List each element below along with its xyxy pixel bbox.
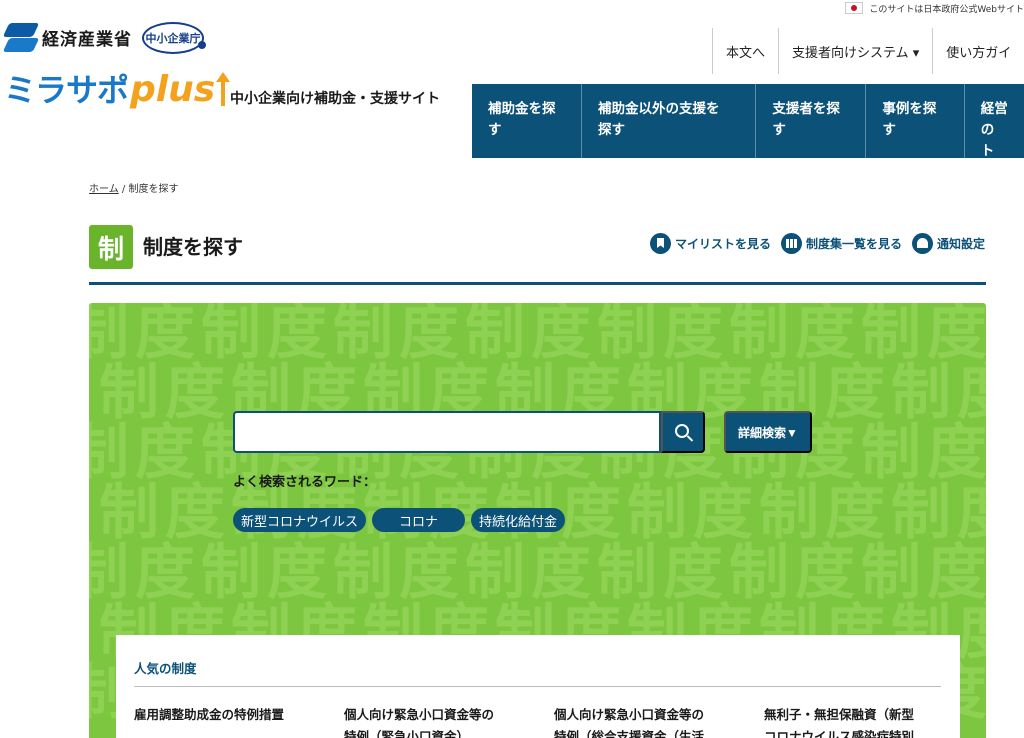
- title-actions: マイリストを見る 制度集一覧を見る 通知設定: [649, 233, 985, 254]
- usage-guide-link[interactable]: 使い方ガイ: [932, 28, 1011, 74]
- popular-systems-card: 人気の制度 雇用調整助成金の特例措置 個人向け緊急小口資金等の 特例（緊急小口資金…: [116, 635, 960, 738]
- logo-arrow-icon: [216, 72, 231, 110]
- title-divider: [89, 282, 986, 285]
- list-item[interactable]: 個人向け緊急小口資金等の 特例（総合支援資金（生活: [554, 704, 764, 738]
- japan-flag-icon: [845, 2, 864, 14]
- breadcrumb-separator: /: [121, 184, 126, 195]
- search-icon: [674, 423, 689, 438]
- meti-logo[interactable]: 経済産業省: [2, 22, 132, 52]
- site-logo[interactable]: ミラサポ plus: [4, 69, 231, 110]
- bookmark-icon: [649, 233, 671, 254]
- list-item[interactable]: 雇用調整助成金の特例措置: [134, 704, 344, 738]
- mylist-link[interactable]: マイリストを見る: [649, 233, 771, 254]
- list-item[interactable]: 個人向け緊急小口資金等の 特例（緊急小口資金）: [344, 704, 554, 738]
- nav-subsidies[interactable]: 補助金を探す: [472, 84, 583, 158]
- list-item[interactable]: 無利子・無担保融資（新型 コロナウイルス感染症特別: [764, 704, 974, 738]
- main-nav: 補助金を探す 補助金以外の支援を 探す 支援者を探す 事例を探す 経営のト: [472, 84, 1024, 158]
- utility-nav: 本文へ 支援者向けシステム ▾ 使い方ガイ: [712, 28, 1011, 74]
- advanced-search-button[interactable]: 詳細検索▼: [724, 411, 812, 453]
- catalog-link[interactable]: 制度集一覧を見る: [780, 233, 902, 254]
- gov-notice: このサイトは日本政府公式Webサイト: [845, 0, 1024, 16]
- tag-jizokuka-kyufukin[interactable]: 持続化給付金: [471, 508, 566, 532]
- bell-icon: [911, 233, 933, 254]
- supporter-system-menu[interactable]: 支援者向けシステム ▾: [778, 28, 932, 74]
- logo-plus-text: plus: [130, 69, 216, 110]
- chusho-name: 中小企業庁: [145, 32, 201, 45]
- chusho-logo[interactable]: 中小企業庁: [142, 22, 206, 54]
- nav-other-support[interactable]: 補助金以外の支援を 探す: [582, 84, 757, 158]
- gov-notice-text: このサイトは日本政府公式Webサイト: [869, 4, 1024, 15]
- tag-corona[interactable]: コロナ: [372, 508, 466, 532]
- breadcrumb-current: 制度を探す: [128, 184, 179, 195]
- card-divider: [134, 686, 941, 687]
- popular-systems-list: 雇用調整助成金の特例措置 個人向け緊急小口資金等の 特例（緊急小口資金） 個人向け…: [134, 704, 974, 738]
- notification-settings-link[interactable]: 通知設定: [911, 233, 985, 254]
- popular-tags: 新型コロナウイルス コロナ 持続化給付金: [233, 508, 566, 532]
- meti-name: 経済産業省: [42, 29, 132, 50]
- nav-management[interactable]: 経営のト: [965, 84, 1024, 158]
- breadcrumb: ホーム / 制度を探す: [89, 180, 178, 195]
- nav-cases[interactable]: 事例を探す: [866, 84, 965, 158]
- search-button[interactable]: [661, 411, 705, 453]
- nav-supporters[interactable]: 支援者を探す: [756, 84, 867, 158]
- meti-mark-icon: [2, 22, 40, 52]
- books-icon: [780, 233, 802, 254]
- tag-new-coronavirus[interactable]: 新型コロナウイルス: [233, 508, 367, 532]
- skip-to-content-link[interactable]: 本文へ: [712, 28, 778, 74]
- page-title: 制度を探す: [143, 235, 243, 259]
- popular-words-label: よく検索されるワード：: [233, 475, 377, 490]
- seido-category-icon: 制: [89, 225, 133, 269]
- search-input[interactable]: [233, 411, 661, 453]
- site-subtitle: 中小企業向け補助金・支援サイト: [230, 91, 440, 107]
- logo-main-text: ミラサポ: [4, 71, 129, 109]
- popular-systems-title: 人気の制度: [134, 661, 197, 676]
- breadcrumb-home-link[interactable]: ホーム: [89, 184, 119, 195]
